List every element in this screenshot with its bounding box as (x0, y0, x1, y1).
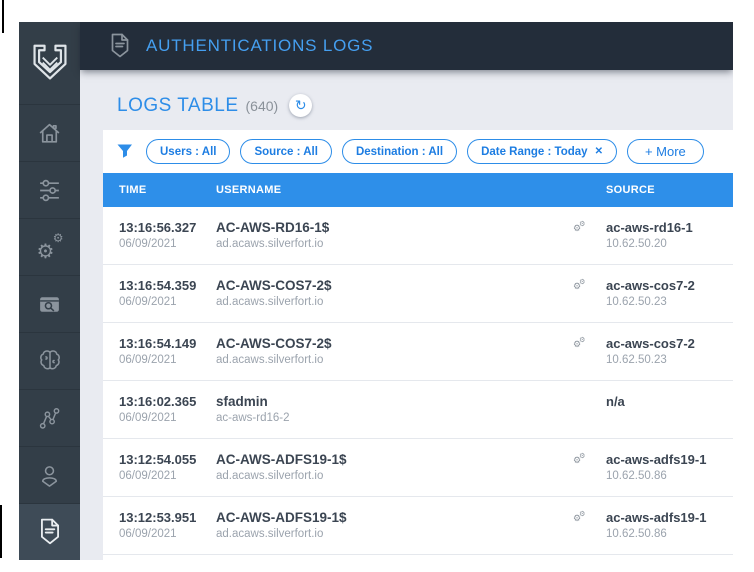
content-area: LOGS TABLE (640) ↻ Users : All Source: … (80, 70, 733, 560)
log-domain: ad.acaws.silverfort.io (216, 354, 324, 366)
service-account-gears-icon: ⚙⚙ (573, 221, 586, 233)
logs-document-icon (40, 518, 59, 545)
more-filters-button[interactable]: + More (626, 139, 704, 164)
sidebar-item-settings[interactable]: ⚙ ⚙ (19, 218, 80, 275)
silverfort-shield-icon (32, 44, 67, 80)
table-header-row: TIME USERNAME SOURCE (103, 173, 733, 207)
log-time: 13:12:53.951 (119, 510, 197, 525)
log-username: AC-AWS-RD16-1$ (216, 220, 330, 235)
log-time: 13:12:54.055 (119, 452, 197, 467)
filter-chip[interactable]: Destination : All (341, 139, 458, 164)
sidebar-item-connections[interactable] (19, 389, 80, 446)
filter-chip-label: Users : All (160, 145, 217, 158)
screen-edge-artifact-top (2, 0, 4, 33)
logs-count-badge: (640) (245, 97, 279, 114)
log-source: ac-aws-adfs19-1 (606, 510, 707, 525)
filter-chip[interactable]: Users : All (146, 139, 231, 164)
service-account-gears-icon: ⚙⚙ (573, 337, 586, 349)
log-domain: ad.acaws.silverfort.io (216, 238, 324, 250)
filter-chip[interactable]: Date Range : Today ✕ (467, 139, 617, 164)
page-header-document-icon (111, 33, 129, 58)
sidebar-item-log-search[interactable] (19, 275, 80, 332)
log-domain: ac-aws-rd16-2 (216, 412, 290, 424)
sidebar: ⚙ ⚙ (19, 22, 80, 560)
page-header: AUTHENTICATIONS LOGS (80, 22, 733, 70)
log-date: 06/09/2021 (119, 470, 177, 482)
service-account-gears-icon: ⚙⚙ (573, 279, 586, 291)
main-area: AUTHENTICATIONS LOGS LOGS TABLE (640) ↻ (80, 22, 733, 560)
logs-table-title: LOGS TABLE (117, 94, 239, 116)
sidebar-item-insights[interactable] (19, 332, 80, 389)
log-source: ac-aws-adfs19-1 (606, 452, 707, 467)
silverfort-logo[interactable] (19, 22, 80, 104)
log-username: AC-AWS-COS7-2$ (216, 336, 332, 351)
log-domain: ad.acaws.silverfort.io (216, 296, 324, 308)
log-time: 13:16:56.327 (119, 220, 197, 235)
log-username: AC-AWS-ADFS19-1$ (216, 452, 347, 467)
filter-chip[interactable]: Source : All (240, 139, 332, 164)
column-header-source[interactable]: SOURCE (606, 184, 733, 196)
table-body: 13:16:56.327 06/09/2021 AC-AWS-RD16-1$ a… (103, 207, 733, 560)
log-date: 06/09/2021 (119, 412, 177, 424)
log-source-ip: 10.62.50.23 (606, 296, 667, 308)
brain-icon (39, 350, 60, 370)
sidebar-item-logs[interactable] (19, 503, 80, 560)
log-source-ip: 10.62.50.86 (606, 528, 667, 540)
log-domain: ad.acaws.silverfort.io (216, 528, 324, 540)
log-row[interactable]: 13:16:54.149 06/09/2021 AC-AWS-COS7-2$ a… (103, 323, 733, 381)
log-row[interactable]: 13:12:54.055 06/09/2021 AC-AWS-ADFS19-1$… (103, 439, 733, 497)
log-date: 06/09/2021 (119, 238, 177, 250)
log-source: ac-aws-cos7-2 (606, 278, 695, 293)
page-title: AUTHENTICATIONS LOGS (146, 36, 374, 55)
column-header-time[interactable]: TIME (103, 184, 216, 196)
filter-funnel-icon[interactable] (117, 144, 133, 159)
service-account-gears-icon: ⚙⚙ (573, 453, 586, 465)
log-row[interactable]: 13:12:53.951 06/09/2021 AC-AWS-ADFS19-1$… (103, 497, 733, 555)
log-username: AC-AWS-ADFS19-1$ (216, 510, 347, 525)
logs-table-heading: LOGS TABLE (640) ↻ (117, 93, 733, 118)
log-source: n/a (606, 394, 625, 409)
sidebar-item-users[interactable] (19, 446, 80, 503)
network-nodes-icon (39, 407, 60, 429)
log-row[interactable]: 13:16:02.365 06/09/2021 sfadmin ac-aws-r… (103, 381, 733, 439)
screen-edge-artifact-bottom (0, 505, 2, 558)
filter-chip-label: Date Range : Today (481, 145, 588, 158)
log-source: ac-aws-rd16-1 (606, 220, 693, 235)
log-time: 13:16:54.359 (119, 278, 197, 293)
sidebar-item-home[interactable] (19, 104, 80, 161)
log-date: 06/09/2021 (119, 296, 177, 308)
sliders-icon (40, 179, 59, 201)
log-username: AC-AWS-COS7-2$ (216, 278, 332, 293)
home-icon (39, 123, 60, 143)
log-source-ip: 10.62.50.86 (606, 470, 667, 482)
user-icon (41, 465, 58, 487)
log-domain: ad.acaws.silverfort.io (216, 470, 324, 482)
screen: ⚙ ⚙ AUTHENTICATIONS LOGS LOGS TABLE (640… (0, 0, 754, 572)
service-account-gears-icon: ⚙⚙ (573, 511, 586, 523)
app-window: ⚙ ⚙ AUTHENTICATIONS LOGS LOGS TABLE (640… (19, 22, 733, 560)
filter-bar: Users : All Source : All Destination : A… (103, 130, 733, 173)
log-username: sfadmin (216, 394, 268, 409)
log-source-ip (606, 412, 733, 425)
sidebar-item-policies[interactable] (19, 161, 80, 218)
log-row[interactable]: 13:16:56.327 06/09/2021 AC-AWS-RD16-1$ a… (103, 207, 733, 265)
column-header-username[interactable]: USERNAME (216, 184, 571, 196)
refresh-icon: ↻ (294, 97, 307, 113)
log-source: ac-aws-cos7-2 (606, 336, 695, 351)
filter-chip-label: Destination : All (355, 145, 444, 158)
logs-table-panel: Users : All Source : All Destination : A… (103, 130, 733, 560)
log-row[interactable]: 13:16:54.359 06/09/2021 AC-AWS-COS7-2$ a… (103, 265, 733, 323)
log-time: 13:16:02.365 (119, 394, 197, 409)
log-date: 06/09/2021 (119, 354, 177, 366)
log-source-ip: 10.62.50.20 (606, 238, 667, 250)
filter-chip-label: Source : All (254, 145, 318, 158)
log-date: 06/09/2021 (119, 528, 177, 540)
log-time: 13:16:54.149 (119, 336, 197, 351)
sidebar-nav: ⚙ ⚙ (19, 104, 80, 560)
refresh-button[interactable]: ↻ (289, 94, 313, 117)
log-source-ip: 10.62.50.23 (606, 354, 667, 366)
browser-search-icon (40, 296, 59, 312)
gears-icon: ⚙ ⚙ (36, 231, 64, 263)
remove-filter-icon[interactable]: ✕ (595, 146, 603, 157)
